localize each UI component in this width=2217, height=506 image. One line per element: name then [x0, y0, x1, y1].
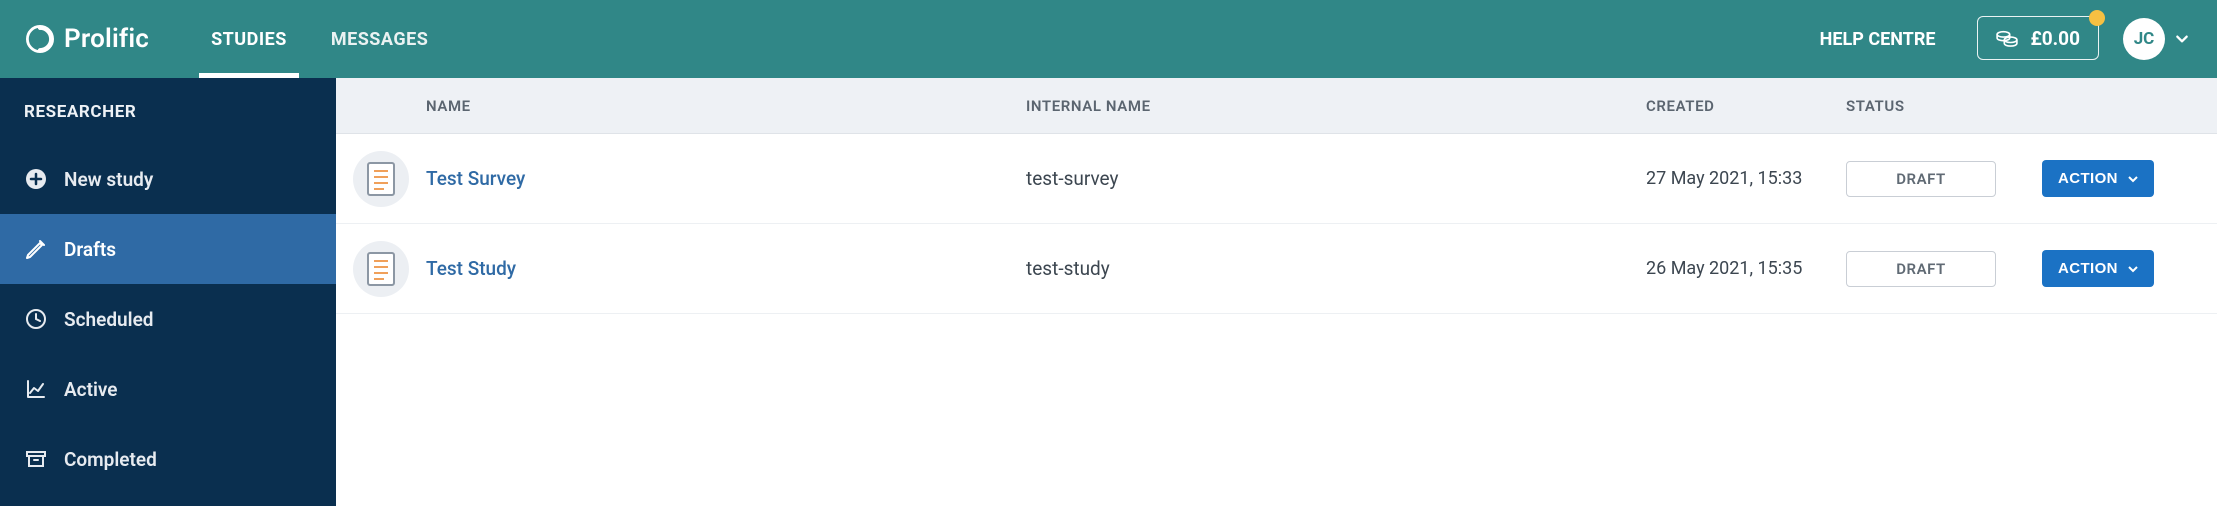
topbar: Prolific STUDIES MESSAGES HELP CENTRE £0…: [0, 0, 2217, 78]
top-nav: STUDIES MESSAGES: [189, 0, 450, 78]
col-header-internal-name: INTERNAL NAME: [1026, 97, 1646, 115]
plus-circle-icon: [24, 167, 48, 191]
caret-down-icon: [2128, 174, 2138, 184]
table-row: Test Survey test-survey 27 May 2021, 15:…: [336, 134, 2217, 224]
pencil-icon: [24, 237, 48, 261]
prolific-logo-icon: [26, 25, 54, 53]
col-header-name: NAME: [426, 97, 1026, 115]
sidebar-heading: RESEARCHER: [0, 78, 336, 144]
chevron-down-icon: [2175, 32, 2189, 46]
sidebar-item-label: Scheduled: [64, 308, 154, 331]
document-icon: [366, 251, 396, 287]
sidebar: RESEARCHER New study Drafts Scheduled: [0, 78, 336, 506]
notification-dot-icon: [2089, 10, 2105, 26]
nav-studies[interactable]: STUDIES: [189, 0, 309, 78]
brand-name: Prolific: [64, 24, 149, 54]
col-header-created: CREATED: [1646, 97, 1846, 115]
sidebar-item-label: New study: [64, 168, 153, 191]
user-menu[interactable]: JC: [2113, 0, 2189, 78]
action-button[interactable]: ACTION: [2042, 160, 2154, 197]
document-icon: [366, 161, 396, 197]
study-icon: [353, 151, 409, 207]
avatar-initials: JC: [2134, 29, 2155, 49]
sidebar-item-label: Drafts: [64, 238, 116, 261]
archive-icon: [24, 447, 48, 471]
main-content: NAME INTERNAL NAME CREATED STATUS: [336, 78, 2217, 506]
action-button-label: ACTION: [2058, 260, 2118, 277]
balance-button[interactable]: £0.00: [1977, 16, 2099, 60]
sidebar-item-scheduled[interactable]: Scheduled: [0, 284, 336, 354]
study-name-link[interactable]: Test Survey: [426, 167, 1026, 190]
nav-messages-label: MESSAGES: [331, 29, 428, 50]
nav-studies-label: STUDIES: [211, 29, 287, 50]
status-badge: DRAFT: [1846, 251, 1996, 287]
brand[interactable]: Prolific: [26, 0, 189, 78]
sidebar-item-label: Active: [64, 378, 118, 401]
sidebar-item-label: Completed: [64, 448, 157, 471]
study-created: 26 May 2021, 15:35: [1646, 258, 1846, 279]
table-header: NAME INTERNAL NAME CREATED STATUS: [336, 78, 2217, 134]
chart-icon: [24, 377, 48, 401]
study-internal-name: test-survey: [1026, 167, 1646, 190]
balance-amount: £0.00: [2030, 27, 2080, 50]
coins-icon: [1996, 29, 2018, 47]
sidebar-item-new-study[interactable]: New study: [0, 144, 336, 214]
status-badge: DRAFT: [1846, 161, 1996, 197]
study-created: 27 May 2021, 15:33: [1646, 168, 1846, 189]
nav-messages[interactable]: MESSAGES: [309, 0, 450, 78]
action-button[interactable]: ACTION: [2042, 250, 2154, 287]
help-centre-label: HELP CENTRE: [1820, 29, 1936, 50]
sidebar-item-active[interactable]: Active: [0, 354, 336, 424]
action-button-label: ACTION: [2058, 170, 2118, 187]
study-internal-name: test-study: [1026, 257, 1646, 280]
table-row: Test Study test-study 26 May 2021, 15:35…: [336, 224, 2217, 314]
avatar: JC: [2123, 18, 2165, 60]
help-centre-link[interactable]: HELP CENTRE: [1792, 0, 1964, 78]
col-header-status: STATUS: [1846, 97, 2016, 115]
sidebar-item-drafts[interactable]: Drafts: [0, 214, 336, 284]
study-icon: [353, 241, 409, 297]
sidebar-item-completed[interactable]: Completed: [0, 424, 336, 494]
caret-down-icon: [2128, 264, 2138, 274]
study-name-link[interactable]: Test Study: [426, 257, 1026, 280]
clock-icon: [24, 307, 48, 331]
